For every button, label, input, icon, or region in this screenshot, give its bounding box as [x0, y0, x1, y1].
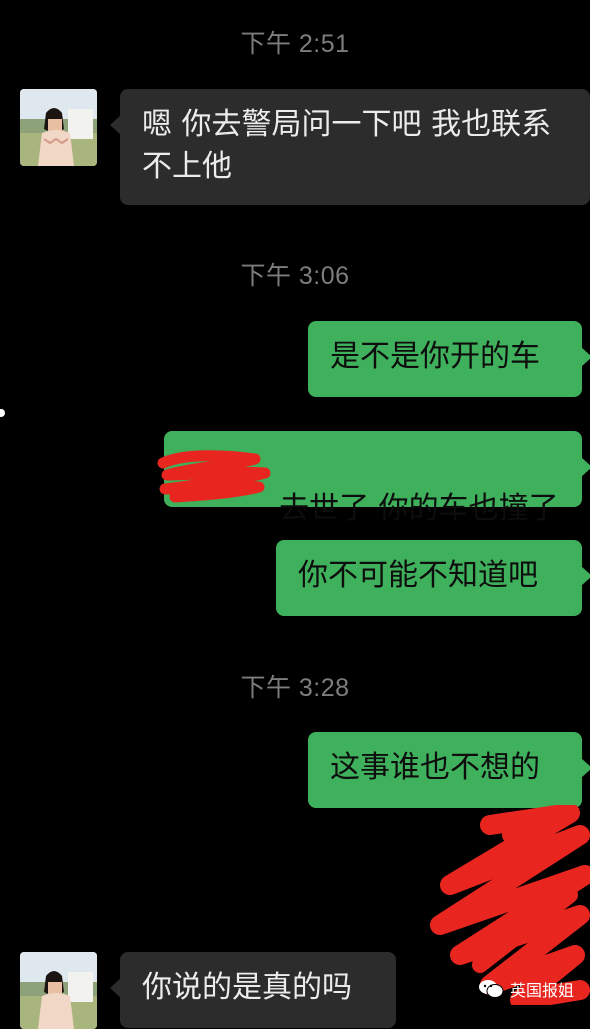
contact-avatar[interactable] — [20, 952, 97, 1029]
timestamp: 下午 3:06 — [240, 262, 350, 290]
incoming-message[interactable]: 嗯 你去警局问一下吧 我也联系 不上他 — [110, 89, 590, 205]
avatar-photo — [20, 89, 97, 166]
watermark-text: 英国报姐 — [509, 981, 574, 1000]
outgoing-message[interactable]: 是不是你开的车 — [308, 321, 590, 397]
avatar-redaction-scribble — [430, 805, 590, 1005]
timestamp: 下午 2:51 — [240, 30, 350, 58]
outgoing-message[interactable]: 你不可能不知道吧 — [276, 540, 590, 616]
watermark: 英国报姐 — [478, 977, 574, 1001]
wechat-icon — [478, 980, 504, 998]
scroll-indicator — [0, 409, 5, 417]
timestamp: 下午 3:28 — [240, 674, 350, 702]
redaction-scribble — [157, 450, 271, 503]
message-text: 去世了 你的车也撞了 — [279, 491, 559, 526]
outgoing-message[interactable]: 这事谁也不想的 — [308, 732, 590, 808]
avatar-photo — [20, 952, 97, 1029]
contact-avatar[interactable] — [20, 89, 97, 166]
